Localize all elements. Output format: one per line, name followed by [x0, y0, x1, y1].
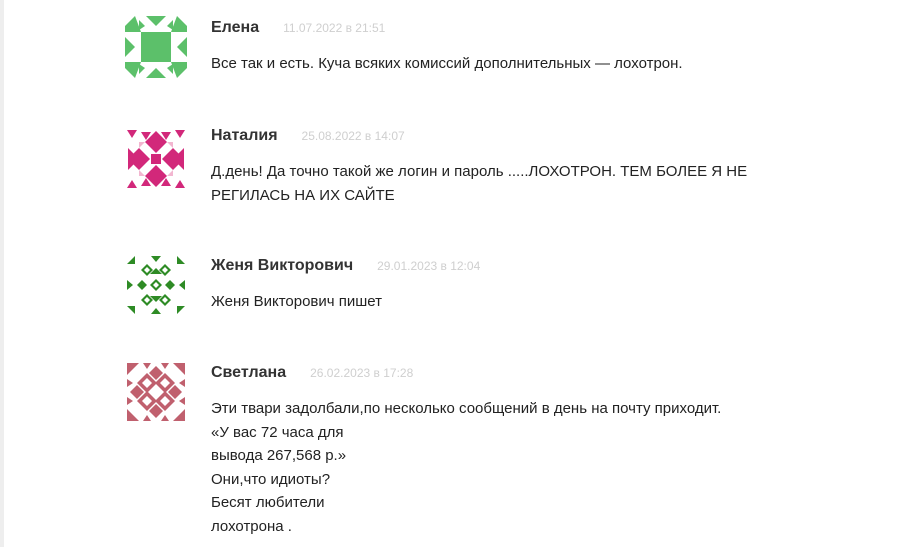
comment-date[interactable]: 11.07.2022 в 21:51: [283, 21, 385, 35]
comment-text-line: Эти твари задолбали,по несколько сообщен…: [211, 400, 722, 417]
comment-text-line: Бесят любители: [211, 494, 325, 511]
comment-text-line: Все так и есть. Куча всяких комиссий доп…: [211, 55, 683, 72]
comment-text: Д.день! Да точно такой же логин и пароль…: [211, 160, 831, 207]
comment-text: Эти твари задолбали,по несколько сообщен…: [211, 397, 831, 538]
comment-meta: Наталия 25.08.2022 в 14:07: [211, 124, 405, 148]
comment-meta: Елена 11.07.2022 в 21:51: [211, 16, 385, 40]
comment-text-line: «У вас 72 часа для: [211, 423, 344, 441]
comment-text-line: Женя Викторович пишет: [211, 293, 383, 310]
comment-meta: Женя Викторович 29.01.2023 в 12:04: [211, 254, 480, 278]
comment-text: Женя Викторович пишет: [211, 290, 831, 314]
identicon-avatar-icon: [127, 363, 185, 421]
comment-text-line: Они,что идиоты?: [211, 470, 331, 488]
avatar: [125, 254, 187, 316]
identicon-avatar-icon: [127, 256, 185, 314]
comment-author[interactable]: Наталия: [211, 127, 278, 145]
comment-author[interactable]: Елена: [211, 19, 259, 37]
identicon-avatar-icon: [127, 130, 185, 188]
comment-date[interactable]: 29.01.2023 в 12:04: [377, 259, 480, 273]
comment-text-line: Д.день! Да точно такой же логин и пароль…: [211, 163, 748, 180]
avatar: [125, 361, 187, 423]
avatar: [125, 128, 187, 190]
comment-text-line: РЕГИЛАСЬ НА ИХ САЙТЕ: [211, 186, 395, 204]
page-left-border: [0, 0, 4, 547]
comment-author[interactable]: Женя Викторович: [211, 257, 353, 275]
comment-text-line: вывода 267,568 р.»: [211, 447, 347, 464]
comment-text-line: лохотрона .: [211, 517, 292, 535]
comment-date[interactable]: 26.02.2023 в 17:28: [310, 366, 413, 380]
avatar: [125, 16, 187, 78]
comment-author[interactable]: Светлана: [211, 364, 286, 382]
identicon-avatar-icon: [125, 16, 187, 78]
comment-date[interactable]: 25.08.2022 в 14:07: [302, 129, 405, 143]
comment-text: Все так и есть. Куча всяких комиссий доп…: [211, 52, 831, 76]
comment-meta: Светлана 26.02.2023 в 17:28: [211, 361, 413, 385]
